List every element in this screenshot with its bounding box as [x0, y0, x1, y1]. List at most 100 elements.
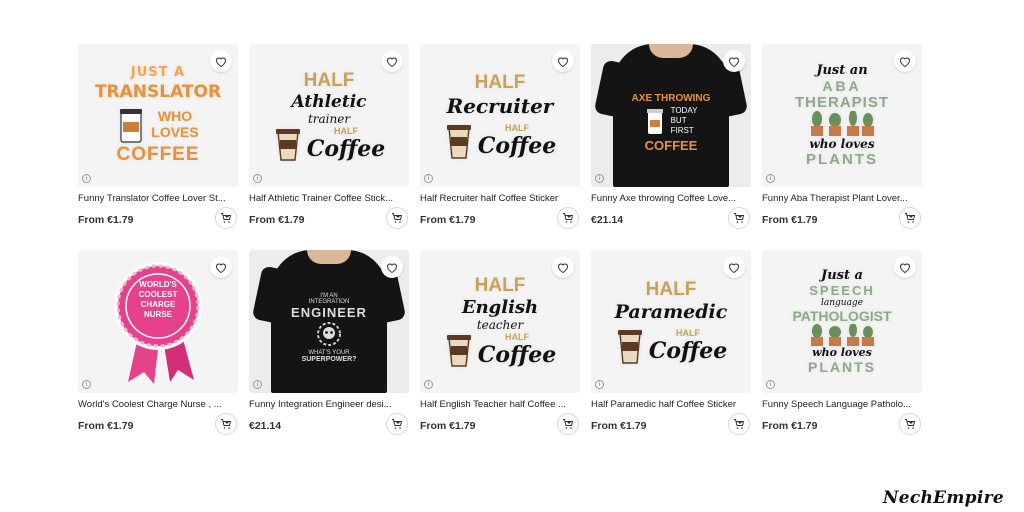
add-to-cart-icon [905, 419, 916, 429]
add-to-cart-icon [563, 213, 574, 223]
add-to-cart-icon [221, 419, 232, 429]
favorite-button[interactable] [381, 50, 403, 72]
skull-emblem-icon [317, 321, 341, 346]
info-icon[interactable]: i [82, 380, 91, 389]
art-line: JUST A [130, 65, 186, 80]
add-to-cart-button[interactable] [386, 413, 408, 435]
product-image[interactable]: HALF English teacher HALF Coffee i [420, 250, 580, 393]
add-to-cart-button[interactable] [557, 413, 579, 435]
product-title[interactable]: Half English Teacher half Coffee ... [420, 399, 580, 411]
product-image[interactable]: HALF Athletic trainer HALF Coffee i [249, 44, 409, 187]
art-line: PLANTS [806, 151, 878, 168]
product-card[interactable]: JUST A TRANSLATOR WHO LOVES COFFEE i Fun… [78, 44, 238, 229]
add-to-cart-button[interactable] [215, 207, 237, 229]
product-card[interactable]: HALF English teacher HALF Coffee i Half … [420, 250, 580, 435]
product-title[interactable]: Half Paramedic half Coffee Sticker [591, 399, 751, 411]
product-image[interactable]: Just a SPEECH language PATHOLOGIST who l… [762, 250, 922, 393]
product-image[interactable]: AXE THROWING TODAY BUT FIRST COFFEE i [591, 44, 751, 187]
art-line: who loves [809, 137, 875, 151]
favorite-button[interactable] [552, 50, 574, 72]
art-line: FIRST [670, 125, 694, 135]
art-line: SPEECH [809, 283, 875, 298]
product-card[interactable]: WORLD'S COOLEST CHARGE NURSE i World's C… [78, 250, 238, 435]
info-icon[interactable]: i [766, 380, 775, 389]
info-icon[interactable]: i [253, 174, 262, 183]
product-image[interactable]: Just an ABA THERAPIST who loves PLANTS i [762, 44, 922, 187]
product-card[interactable]: Just a SPEECH language PATHOLOGIST who l… [762, 250, 922, 435]
product-price: From €1.79 [78, 420, 134, 432]
award-ribbon-icon [114, 262, 202, 384]
art-line: AXE THROWING [631, 92, 711, 104]
art-line: HALF [645, 278, 697, 300]
product-grid: JUST A TRANSLATOR WHO LOVES COFFEE i Fun… [78, 44, 943, 435]
heart-icon [557, 263, 569, 273]
product-price: €21.14 [249, 420, 282, 432]
product-row-1: JUST A TRANSLATOR WHO LOVES COFFEE i Fun… [78, 44, 943, 229]
product-title[interactable]: Funny Translator Coffee Lover St... [78, 193, 238, 205]
art-line: NURSE [143, 310, 172, 319]
product-price: From €1.79 [762, 214, 818, 226]
art-line: HALF [505, 332, 529, 342]
product-title[interactable]: Half Athletic Trainer Coffee Stick... [249, 193, 409, 205]
art-line: HALF [474, 275, 526, 296]
info-icon[interactable]: i [595, 380, 604, 389]
product-title[interactable]: Funny Integration Engineer desi... [249, 399, 409, 411]
add-to-cart-button[interactable] [899, 413, 921, 435]
product-title[interactable]: Half Recruiter half Coffee Sticker [420, 193, 580, 205]
product-image[interactable]: JUST A TRANSLATOR WHO LOVES COFFEE i [78, 44, 238, 187]
add-to-cart-button[interactable] [728, 413, 750, 435]
favorite-button[interactable] [723, 256, 745, 278]
coffee-cup-icon [120, 109, 143, 143]
product-card[interactable]: HALF Recruiter HALF Coffee i Half Recrui… [420, 44, 580, 229]
art-line: PLANTS [808, 359, 876, 375]
product-image[interactable]: I'M AN INTEGRATION ENGINEER WHAT'S YOUR … [249, 250, 409, 393]
art-line: teacher [476, 318, 524, 332]
art-line: PATHOLOGIST [792, 308, 892, 324]
art-line: SUPERPOWER? [301, 355, 357, 363]
info-icon[interactable]: i [424, 174, 433, 183]
art-line: CHARGE [140, 300, 176, 309]
potted-plants-icon [811, 111, 874, 136]
product-image[interactable]: HALF Paramedic HALF Coffee i [591, 250, 751, 393]
coffee-cup-icon [646, 108, 663, 134]
product-title[interactable]: Funny Axe throwing Coffee Love... [591, 193, 751, 205]
info-icon[interactable]: i [424, 380, 433, 389]
add-to-cart-button[interactable] [215, 413, 237, 435]
heart-icon [899, 57, 911, 67]
info-icon[interactable]: i [82, 174, 91, 183]
add-to-cart-button[interactable] [386, 207, 408, 229]
info-icon[interactable]: i [766, 174, 775, 183]
favorite-button[interactable] [723, 50, 745, 72]
favorite-button[interactable] [894, 50, 916, 72]
product-card[interactable]: Just an ABA THERAPIST who loves PLANTS i… [762, 44, 922, 229]
add-to-cart-button[interactable] [728, 207, 750, 229]
product-card[interactable]: I'M AN INTEGRATION ENGINEER WHAT'S YOUR … [249, 250, 409, 435]
art-line: HALF [303, 69, 355, 91]
product-price: From €1.79 [78, 214, 134, 226]
favorite-button[interactable] [210, 50, 232, 72]
product-image[interactable]: HALF Recruiter HALF Coffee i [420, 44, 580, 187]
add-to-cart-button[interactable] [557, 207, 579, 229]
product-title[interactable]: World's Coolest Charge Nurse , ... [78, 399, 238, 411]
product-card[interactable]: AXE THROWING TODAY BUT FIRST COFFEE i Fu… [591, 44, 751, 229]
art-line: Athletic [291, 91, 367, 112]
favorite-button[interactable] [210, 256, 232, 278]
add-to-cart-button[interactable] [899, 207, 921, 229]
favorite-button[interactable] [894, 256, 916, 278]
info-icon[interactable]: i [595, 174, 604, 183]
art-line: WHO [157, 108, 193, 124]
favorite-button[interactable] [552, 256, 574, 278]
product-card[interactable]: HALF Athletic trainer HALF Coffee i Half… [249, 44, 409, 229]
product-title[interactable]: Funny Aba Therapist Plant Lover... [762, 193, 922, 205]
product-card[interactable]: HALF Paramedic HALF Coffee i Half Parame… [591, 250, 751, 435]
product-title[interactable]: Funny Speech Language Patholo... [762, 399, 922, 411]
coffee-cup-icon [617, 329, 642, 364]
potted-plants-icon [811, 324, 874, 346]
info-icon[interactable]: i [253, 380, 262, 389]
product-image[interactable]: WORLD'S COOLEST CHARGE NURSE i [78, 250, 238, 393]
product-row-2: WORLD'S COOLEST CHARGE NURSE i World's C… [78, 250, 943, 435]
favorite-button[interactable] [381, 256, 403, 278]
art-line: Coffee [648, 337, 728, 364]
art-line: language [820, 298, 864, 308]
art-line: TRANSLATOR [94, 82, 222, 102]
